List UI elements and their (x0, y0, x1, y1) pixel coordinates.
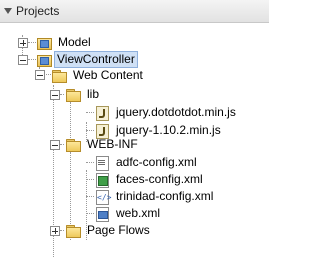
trinidad-config-icon: </> (94, 189, 111, 205)
folder-icon (51, 68, 67, 84)
expand-model-toggle[interactable] (18, 38, 28, 48)
collapse-webinf-toggle[interactable] (50, 140, 60, 150)
js-file-icon (94, 105, 110, 121)
tree-item-jquery-dotdotdot[interactable]: jquery.dotdotdot.min.js (94, 103, 240, 122)
tree-item-label: Web Content (73, 68, 143, 82)
panel-title: Projects (16, 4, 60, 18)
web-xml-icon (94, 206, 110, 222)
tree-item-label: Model (58, 35, 91, 49)
tree-item-label: jquery.dotdotdot.min.js (116, 105, 236, 119)
tree-item-label: web.xml (116, 206, 161, 220)
project-tree: Model ViewController Web Content lib jqu… (0, 22, 269, 257)
expand-pageflows-toggle[interactable] (50, 226, 60, 236)
collapse-triangle-icon[interactable] (4, 8, 12, 14)
folder-icon (65, 223, 81, 239)
project-icon (36, 35, 52, 51)
tree-item-label: trinidad-config.xml (116, 189, 214, 203)
tree-item-webinf[interactable]: WEB-INF (65, 135, 142, 154)
folder-icon (65, 87, 81, 103)
tree-item-lib[interactable]: lib (65, 85, 103, 104)
xml-file-icon (94, 155, 110, 171)
tree-item-webcontent[interactable]: Web Content (51, 66, 147, 85)
collapse-viewcontroller-toggle[interactable] (18, 55, 28, 65)
faces-config-icon (94, 172, 110, 188)
project-icon (36, 52, 52, 68)
tree-item-label: lib (87, 87, 100, 101)
tree-item-label: Page Flows (87, 223, 150, 237)
collapse-webcontent-toggle[interactable] (35, 70, 45, 80)
folder-icon (65, 137, 81, 153)
tree-item-label: WEB-INF (87, 137, 138, 151)
tree-item-label: adfc-config.xml (116, 155, 197, 169)
tree-item-pageflows[interactable]: Page Flows (65, 221, 154, 240)
tree-item-label: faces-config.xml (116, 172, 203, 186)
projects-panel-header[interactable]: Projects (0, 0, 269, 23)
collapse-lib-toggle[interactable] (50, 90, 60, 100)
